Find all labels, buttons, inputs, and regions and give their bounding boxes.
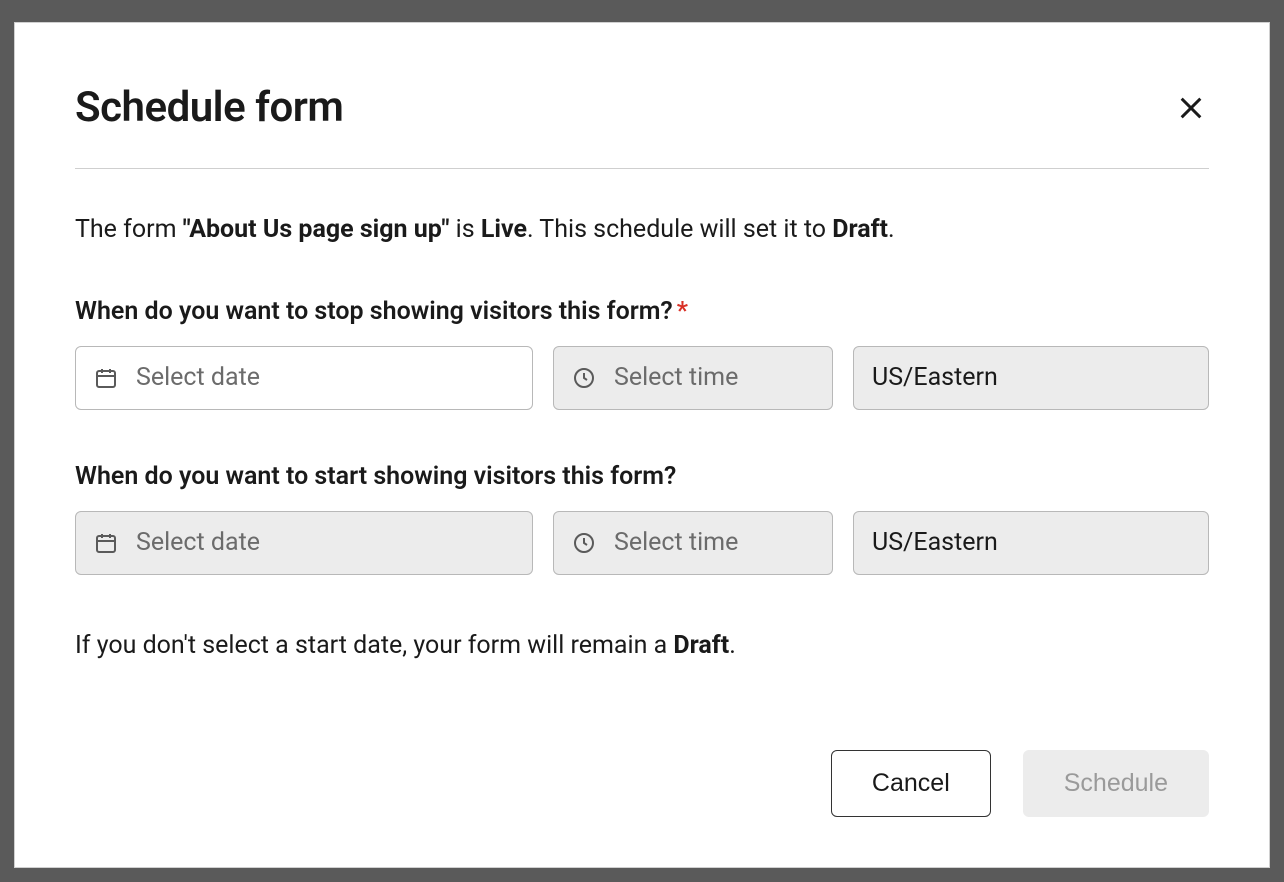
start-showing-label: When do you want to start showing visito… xyxy=(75,462,1209,491)
close-button[interactable] xyxy=(1173,90,1209,126)
modal-footer: Cancel Schedule xyxy=(75,710,1209,817)
start-timezone-value: US/Eastern xyxy=(872,528,998,557)
start-timezone-input[interactable]: US/Eastern xyxy=(853,511,1209,575)
calendar-icon xyxy=(94,366,118,390)
stop-showing-label: When do you want to stop showing visitor… xyxy=(75,297,1209,326)
start-time-placeholder: Select time xyxy=(614,528,738,557)
stop-input-row: Select date Select time US/Eastern xyxy=(75,346,1209,410)
stop-date-placeholder: Select date xyxy=(136,363,260,392)
start-input-row: Select date Select time US/Eastern xyxy=(75,511,1209,575)
stop-timezone-value: US/Eastern xyxy=(872,363,998,392)
schedule-form-modal: Schedule form The form "About Us page si… xyxy=(14,22,1270,868)
target-status: Draft xyxy=(832,215,888,244)
required-indicator: * xyxy=(677,297,688,326)
note-prefix: If you don't select a start date, your f… xyxy=(75,631,673,660)
stop-time-placeholder: Select time xyxy=(614,363,738,392)
stop-date-input[interactable]: Select date xyxy=(75,346,533,410)
start-label-text: When do you want to start showing visito… xyxy=(75,462,676,491)
cancel-button[interactable]: Cancel xyxy=(831,750,991,817)
modal-header: Schedule form xyxy=(75,83,1209,169)
modal-description: The form "About Us page sign up" is Live… xyxy=(75,211,1209,249)
clock-icon xyxy=(572,531,596,555)
stop-label-text: When do you want to stop showing visitor… xyxy=(75,297,673,326)
schedule-button[interactable]: Schedule xyxy=(1023,750,1209,817)
start-date-input[interactable]: Select date xyxy=(75,511,533,575)
modal-title: Schedule form xyxy=(75,83,343,132)
form-name: "About Us page sign up" xyxy=(183,215,450,244)
clock-icon xyxy=(572,366,596,390)
stop-showing-section: When do you want to stop showing visitor… xyxy=(75,297,1209,410)
description-mid2: . This schedule will set it to xyxy=(527,215,832,244)
note-suffix: . xyxy=(729,631,736,660)
calendar-icon xyxy=(94,531,118,555)
start-time-input[interactable]: Select time xyxy=(553,511,833,575)
form-status: Live xyxy=(481,215,527,244)
start-date-placeholder: Select date xyxy=(136,528,260,557)
description-prefix: The form xyxy=(75,215,183,244)
description-suffix: . xyxy=(888,215,895,244)
start-showing-section: When do you want to start showing visito… xyxy=(75,462,1209,575)
note-status: Draft xyxy=(673,631,729,660)
stop-timezone-input[interactable]: US/Eastern xyxy=(853,346,1209,410)
stop-time-input[interactable]: Select time xyxy=(553,346,833,410)
close-icon xyxy=(1177,94,1205,122)
description-mid1: is xyxy=(449,215,480,244)
draft-note: If you don't select a start date, your f… xyxy=(75,627,1209,665)
